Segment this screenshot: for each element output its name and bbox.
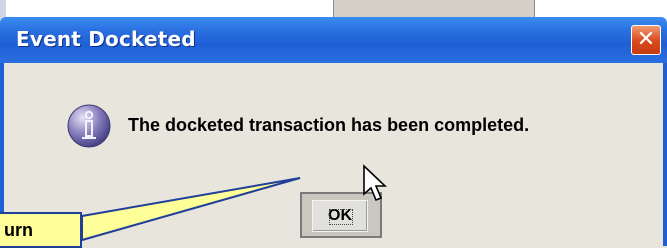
dialog-titlebar[interactable]: Event Docketed ✕ bbox=[0, 17, 667, 63]
callout-text: urn bbox=[4, 220, 33, 240]
info-icon bbox=[67, 104, 111, 148]
close-button[interactable]: ✕ bbox=[631, 25, 661, 55]
focus-ring bbox=[329, 209, 353, 225]
mouse-pointer-icon bbox=[363, 164, 387, 202]
ok-button-face: OK bbox=[312, 200, 368, 232]
dialog-body: The docketed transaction has been comple… bbox=[0, 63, 667, 246]
close-icon: ✕ bbox=[636, 27, 656, 52]
dialog-message: The docketed transaction has been comple… bbox=[128, 115, 530, 135]
callout-box: urn bbox=[0, 212, 82, 248]
dialog-title: Event Docketed bbox=[16, 27, 196, 51]
event-docketed-dialog: Event Docketed ✕ The docketed transactio… bbox=[0, 17, 667, 246]
